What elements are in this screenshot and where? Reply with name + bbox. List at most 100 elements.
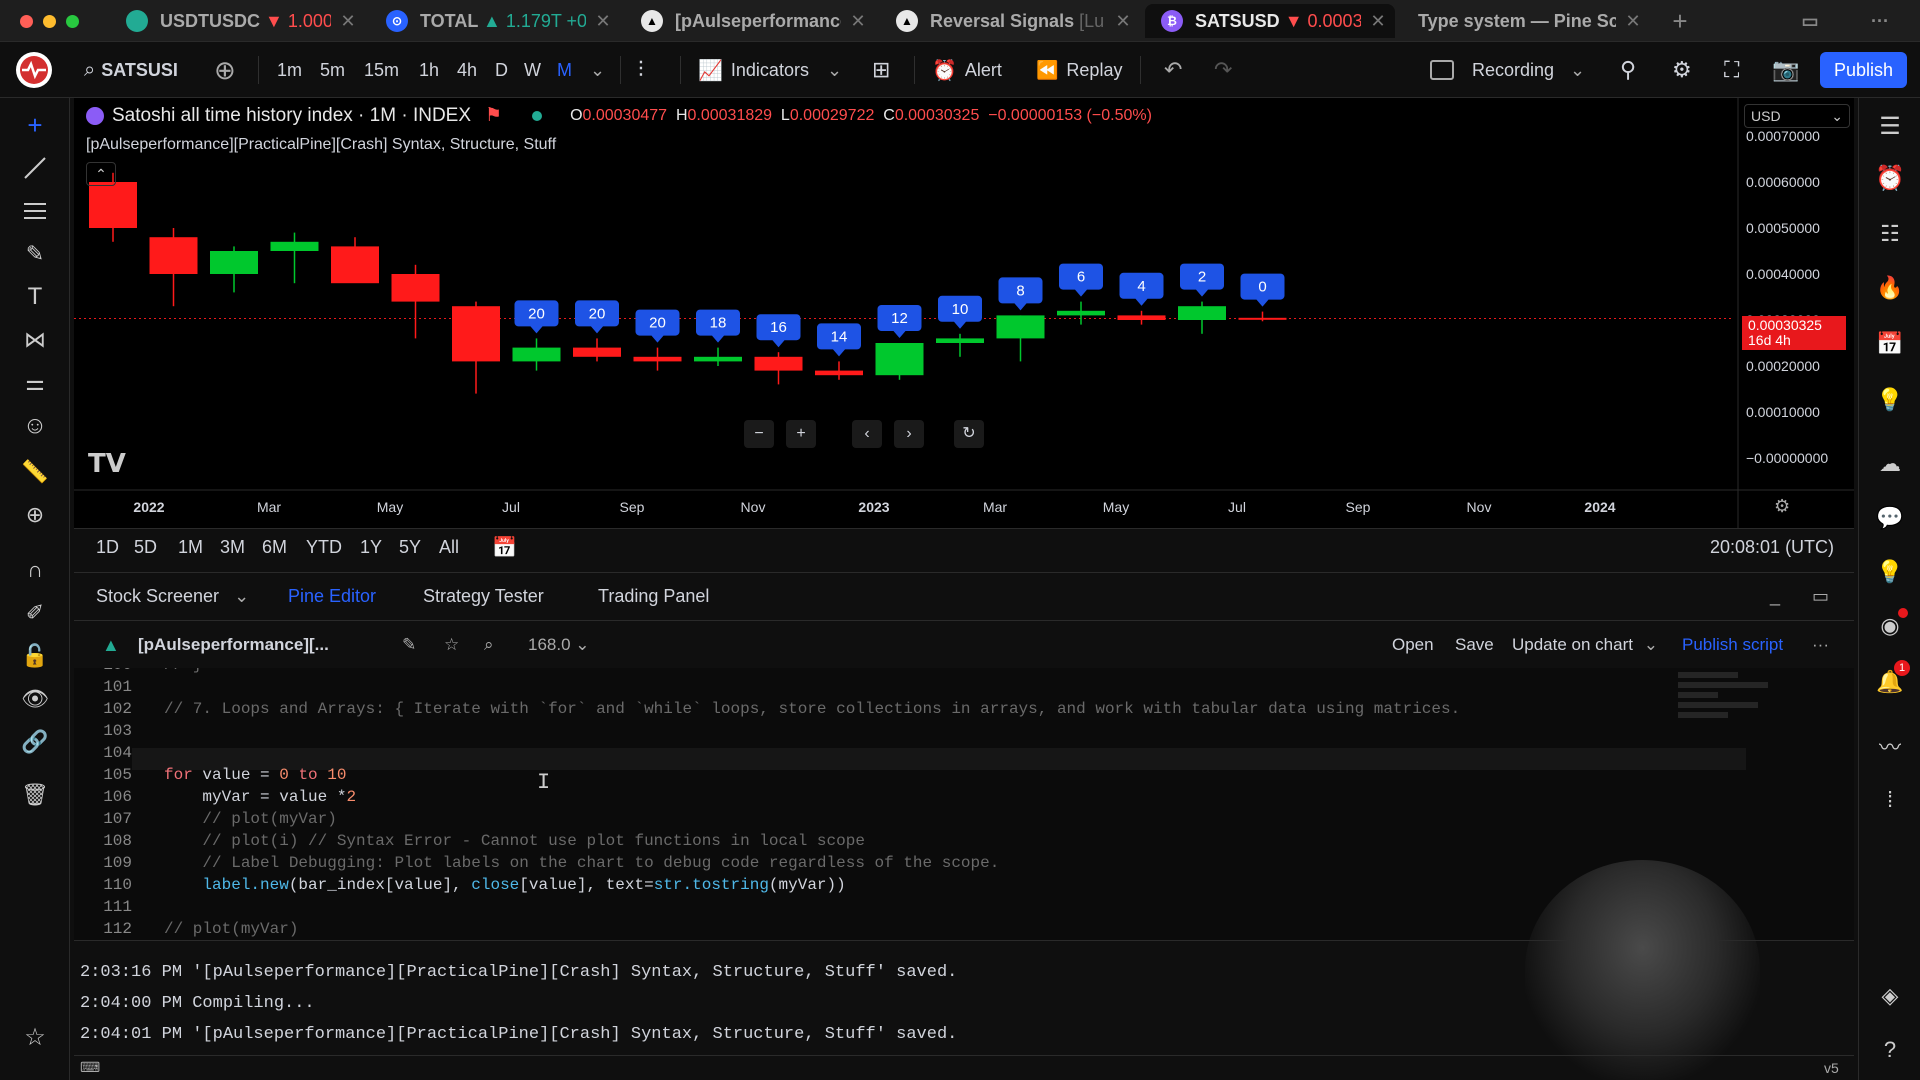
ideas-icon[interactable]: 💡: [1872, 382, 1908, 418]
chart-canvas[interactable]: 0.00070000 0.00060000 0.00050000 0.00040000…: [74, 98, 1854, 528]
code-line[interactable]: 111: [74, 898, 1674, 919]
collapse-legend-icon[interactable]: ⌃: [86, 162, 116, 186]
chat-icon[interactable]: 💬: [1872, 500, 1908, 536]
templates-icon[interactable]: ⊞: [872, 42, 890, 98]
zoom-in-button[interactable]: +: [786, 420, 816, 448]
range-all[interactable]: All: [439, 537, 459, 558]
publish-script-button[interactable]: Publish script: [1682, 635, 1783, 655]
quick-search-icon[interactable]: ⚲: [1620, 42, 1636, 98]
tab-paulseperformance[interactable]: ▲ [pAulseperformance ✕: [625, 4, 875, 38]
maximize-panel-icon[interactable]: ▭: [1812, 586, 1829, 607]
watchlist-icon[interactable]: ☰: [1872, 108, 1908, 144]
chart-pane[interactable]: 0.00070000 0.00060000 0.00050000 0.00040000…: [74, 98, 1854, 528]
close-tab-icon[interactable]: ✕: [586, 11, 620, 32]
code-line[interactable]: 100 // }: [74, 668, 1674, 677]
alarm-icon[interactable]: ⏰: [1872, 160, 1908, 196]
logo-icon[interactable]: [14, 42, 54, 98]
camera-icon[interactable]: 📷: [1772, 42, 1799, 98]
close-tab-icon[interactable]: ✕: [1361, 11, 1395, 32]
interval-1h[interactable]: 1h: [419, 42, 439, 98]
currency-select[interactable]: USD ⌄: [1744, 104, 1850, 128]
code-line[interactable]: 107 // plot(myVar): [74, 810, 1674, 831]
more-icon[interactable]: ···: [1860, 4, 1900, 38]
minimize-window-button[interactable]: [43, 15, 56, 28]
star-icon[interactable]: ☆: [18, 1020, 52, 1054]
tab-stock-screener[interactable]: Stock Screener ⌄: [96, 586, 249, 607]
code-line[interactable]: 106 myVar = value *2: [74, 788, 1674, 809]
script-name[interactable]: [pAulseperformance][...: [138, 635, 329, 655]
flag-icon[interactable]: ⚑: [485, 104, 502, 127]
code-text[interactable]: myVar = value *2: [164, 788, 356, 806]
indicators-button[interactable]: 📈 Indicators ⌄: [698, 42, 842, 98]
interval-m[interactable]: M: [557, 42, 572, 98]
code-text[interactable]: // plot(myVar): [164, 810, 336, 828]
zoom-out-button[interactable]: −: [744, 420, 774, 448]
stay-drawing-icon[interactable]: ✐: [18, 596, 52, 630]
tab-type-system[interactable]: Type system — Pine Scr ✕: [1400, 4, 1650, 38]
tab-usdtusdc[interactable]: USDTUSDC ▼ 1.000 ✕: [110, 4, 365, 38]
code-line[interactable]: 102 // 7. Loops and Arrays: { Iterate wit…: [74, 700, 1674, 721]
sidebar-toggle-icon[interactable]: ▭: [1790, 4, 1830, 38]
range-1y[interactable]: 1Y: [360, 537, 382, 558]
emoji-icon[interactable]: ☺: [18, 409, 52, 443]
axis-settings-icon[interactable]: ⚙: [1774, 496, 1790, 517]
candle-type-icon[interactable]: ⫶: [638, 42, 644, 98]
text-icon[interactable]: T: [18, 280, 52, 314]
range-ytd[interactable]: YTD: [306, 537, 342, 558]
live-icon[interactable]: ◉: [1872, 608, 1908, 644]
redo-icon[interactable]: ↷: [1214, 42, 1232, 98]
search-icon[interactable]: ⌕: [484, 635, 494, 655]
layers-icon[interactable]: ◈: [1872, 978, 1908, 1014]
compare-symbol-button[interactable]: ⊕: [214, 42, 236, 98]
range-1d[interactable]: 1D: [96, 537, 119, 558]
interval-w[interactable]: W: [524, 42, 541, 98]
publish-button[interactable]: Publish: [1820, 52, 1908, 88]
magnet-icon[interactable]: ∩: [18, 553, 52, 587]
layout-button[interactable]: Recording ⌄: [1430, 42, 1585, 98]
tradingview-logo-icon[interactable]: 𝗧𝗩: [88, 448, 126, 479]
object-tree-icon[interactable]: ☷: [1872, 216, 1908, 252]
gear-icon[interactable]: ⚙: [1672, 42, 1692, 98]
symbol-search[interactable]: ⌕ SATSUSI: [84, 42, 194, 98]
minimize-panel-icon[interactable]: _: [1770, 586, 1780, 607]
maximize-window-button[interactable]: [66, 15, 79, 28]
link-icon[interactable]: 🔗: [18, 725, 52, 759]
code-text[interactable]: // }: [164, 668, 202, 674]
code-line[interactable]: 101: [74, 678, 1674, 699]
dom-icon[interactable]: ⁞: [1872, 782, 1908, 818]
code-text[interactable]: for value = 0 to 10: [164, 766, 346, 784]
calendar-icon[interactable]: 📅: [492, 535, 517, 560]
fib-icon[interactable]: [18, 194, 52, 228]
streams-icon[interactable]: ☁: [1872, 446, 1908, 482]
undo-icon[interactable]: ↶: [1164, 42, 1182, 98]
range-6m[interactable]: 6M: [262, 537, 287, 558]
clock-utc[interactable]: 20:08:01 (UTC): [1710, 537, 1834, 558]
trendline-icon[interactable]: [18, 151, 52, 185]
code-text[interactable]: // plot(myVar): [164, 920, 298, 938]
hotlist-icon[interactable]: 🔥: [1872, 270, 1908, 306]
close-tab-icon[interactable]: ✕: [331, 11, 365, 32]
alert-button[interactable]: ⏰ Alert: [932, 42, 1002, 98]
help-icon[interactable]: ?: [1872, 1032, 1908, 1068]
code-line[interactable]: 104: [74, 744, 1674, 765]
pencil-icon[interactable]: ✎: [402, 635, 416, 655]
close-window-button[interactable]: [20, 15, 33, 28]
range-5d[interactable]: 5D: [134, 537, 157, 558]
code-line[interactable]: 109 // Label Debugging: Plot labels on t…: [74, 854, 1674, 875]
interval-4h[interactable]: 4h: [457, 42, 477, 98]
interval-d[interactable]: D: [495, 42, 508, 98]
tab-satsusd[interactable]: ₿ SATSUSD ▼ 0.0003 ✕: [1145, 4, 1395, 38]
brush-icon[interactable]: ✎: [18, 237, 52, 271]
range-3m[interactable]: 3M: [220, 537, 245, 558]
lock-icon[interactable]: 🔓: [18, 639, 52, 673]
interval-5m[interactable]: 5m: [320, 42, 345, 98]
fullscreen-icon[interactable]: ⛶: [1724, 42, 1739, 98]
ruler-icon[interactable]: 📏: [18, 455, 52, 489]
calendar-icon[interactable]: 📅: [1872, 326, 1908, 362]
new-tab-button[interactable]: +: [1660, 4, 1700, 38]
tab-pine-editor[interactable]: Pine Editor: [288, 586, 376, 607]
code-text[interactable]: label.new(bar_index[value], close[value]…: [164, 876, 845, 894]
trading-icon[interactable]: 〰: [1872, 728, 1908, 764]
range-1m[interactable]: 1M: [178, 537, 203, 558]
interval-15m[interactable]: 15m: [364, 42, 399, 98]
